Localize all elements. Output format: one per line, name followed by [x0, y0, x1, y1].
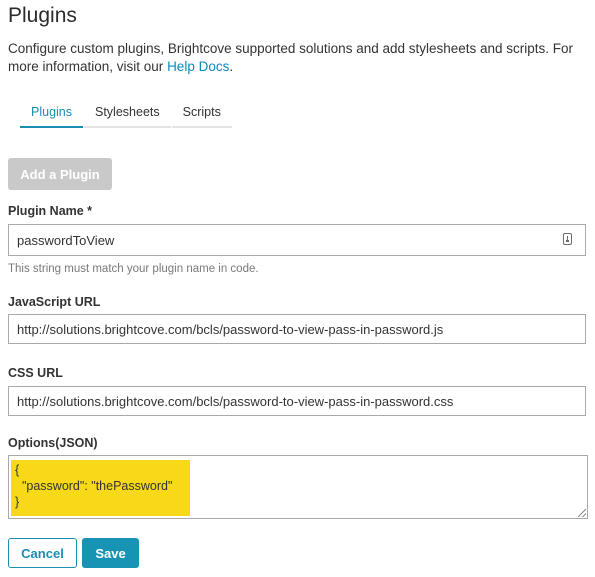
css-url-input[interactable]: [8, 386, 586, 416]
css-url-label: CSS URL: [8, 366, 63, 380]
tab-plugins[interactable]: Plugins: [20, 100, 83, 128]
cancel-button[interactable]: Cancel: [8, 538, 77, 568]
contact-card-icon[interactable]: [563, 233, 572, 245]
javascript-url-input[interactable]: [8, 314, 586, 344]
plugin-name-field-wrap: [8, 224, 586, 256]
plugin-name-hint: This string must match your plugin name …: [8, 263, 259, 275]
save-button[interactable]: Save: [82, 538, 139, 568]
tab-stylesheets[interactable]: Stylesheets: [84, 100, 171, 128]
intro-body: Configure custom plugins, Brightcove sup…: [8, 41, 574, 74]
page-title: Plugins: [8, 4, 77, 27]
plugin-name-input[interactable]: [8, 224, 586, 256]
resize-handle-icon[interactable]: [578, 509, 586, 517]
options-json-textarea[interactable]: { "password": "thePassword" }: [8, 455, 588, 519]
options-json-label: Options(JSON): [8, 436, 98, 450]
intro-text: Configure custom plugins, Brightcove sup…: [8, 40, 583, 76]
tab-scripts[interactable]: Scripts: [171, 100, 232, 128]
options-json-value[interactable]: { "password": "thePassword" }: [15, 462, 172, 510]
intro-end: .: [229, 59, 234, 74]
plugin-name-label: Plugin Name *: [8, 204, 93, 218]
javascript-url-label: JavaScript URL: [8, 295, 101, 309]
help-docs-link[interactable]: Help Docs: [167, 59, 229, 74]
tab-bar: Plugins Stylesheets Scripts: [20, 100, 233, 128]
add-plugin-button[interactable]: Add a Plugin: [8, 158, 112, 190]
